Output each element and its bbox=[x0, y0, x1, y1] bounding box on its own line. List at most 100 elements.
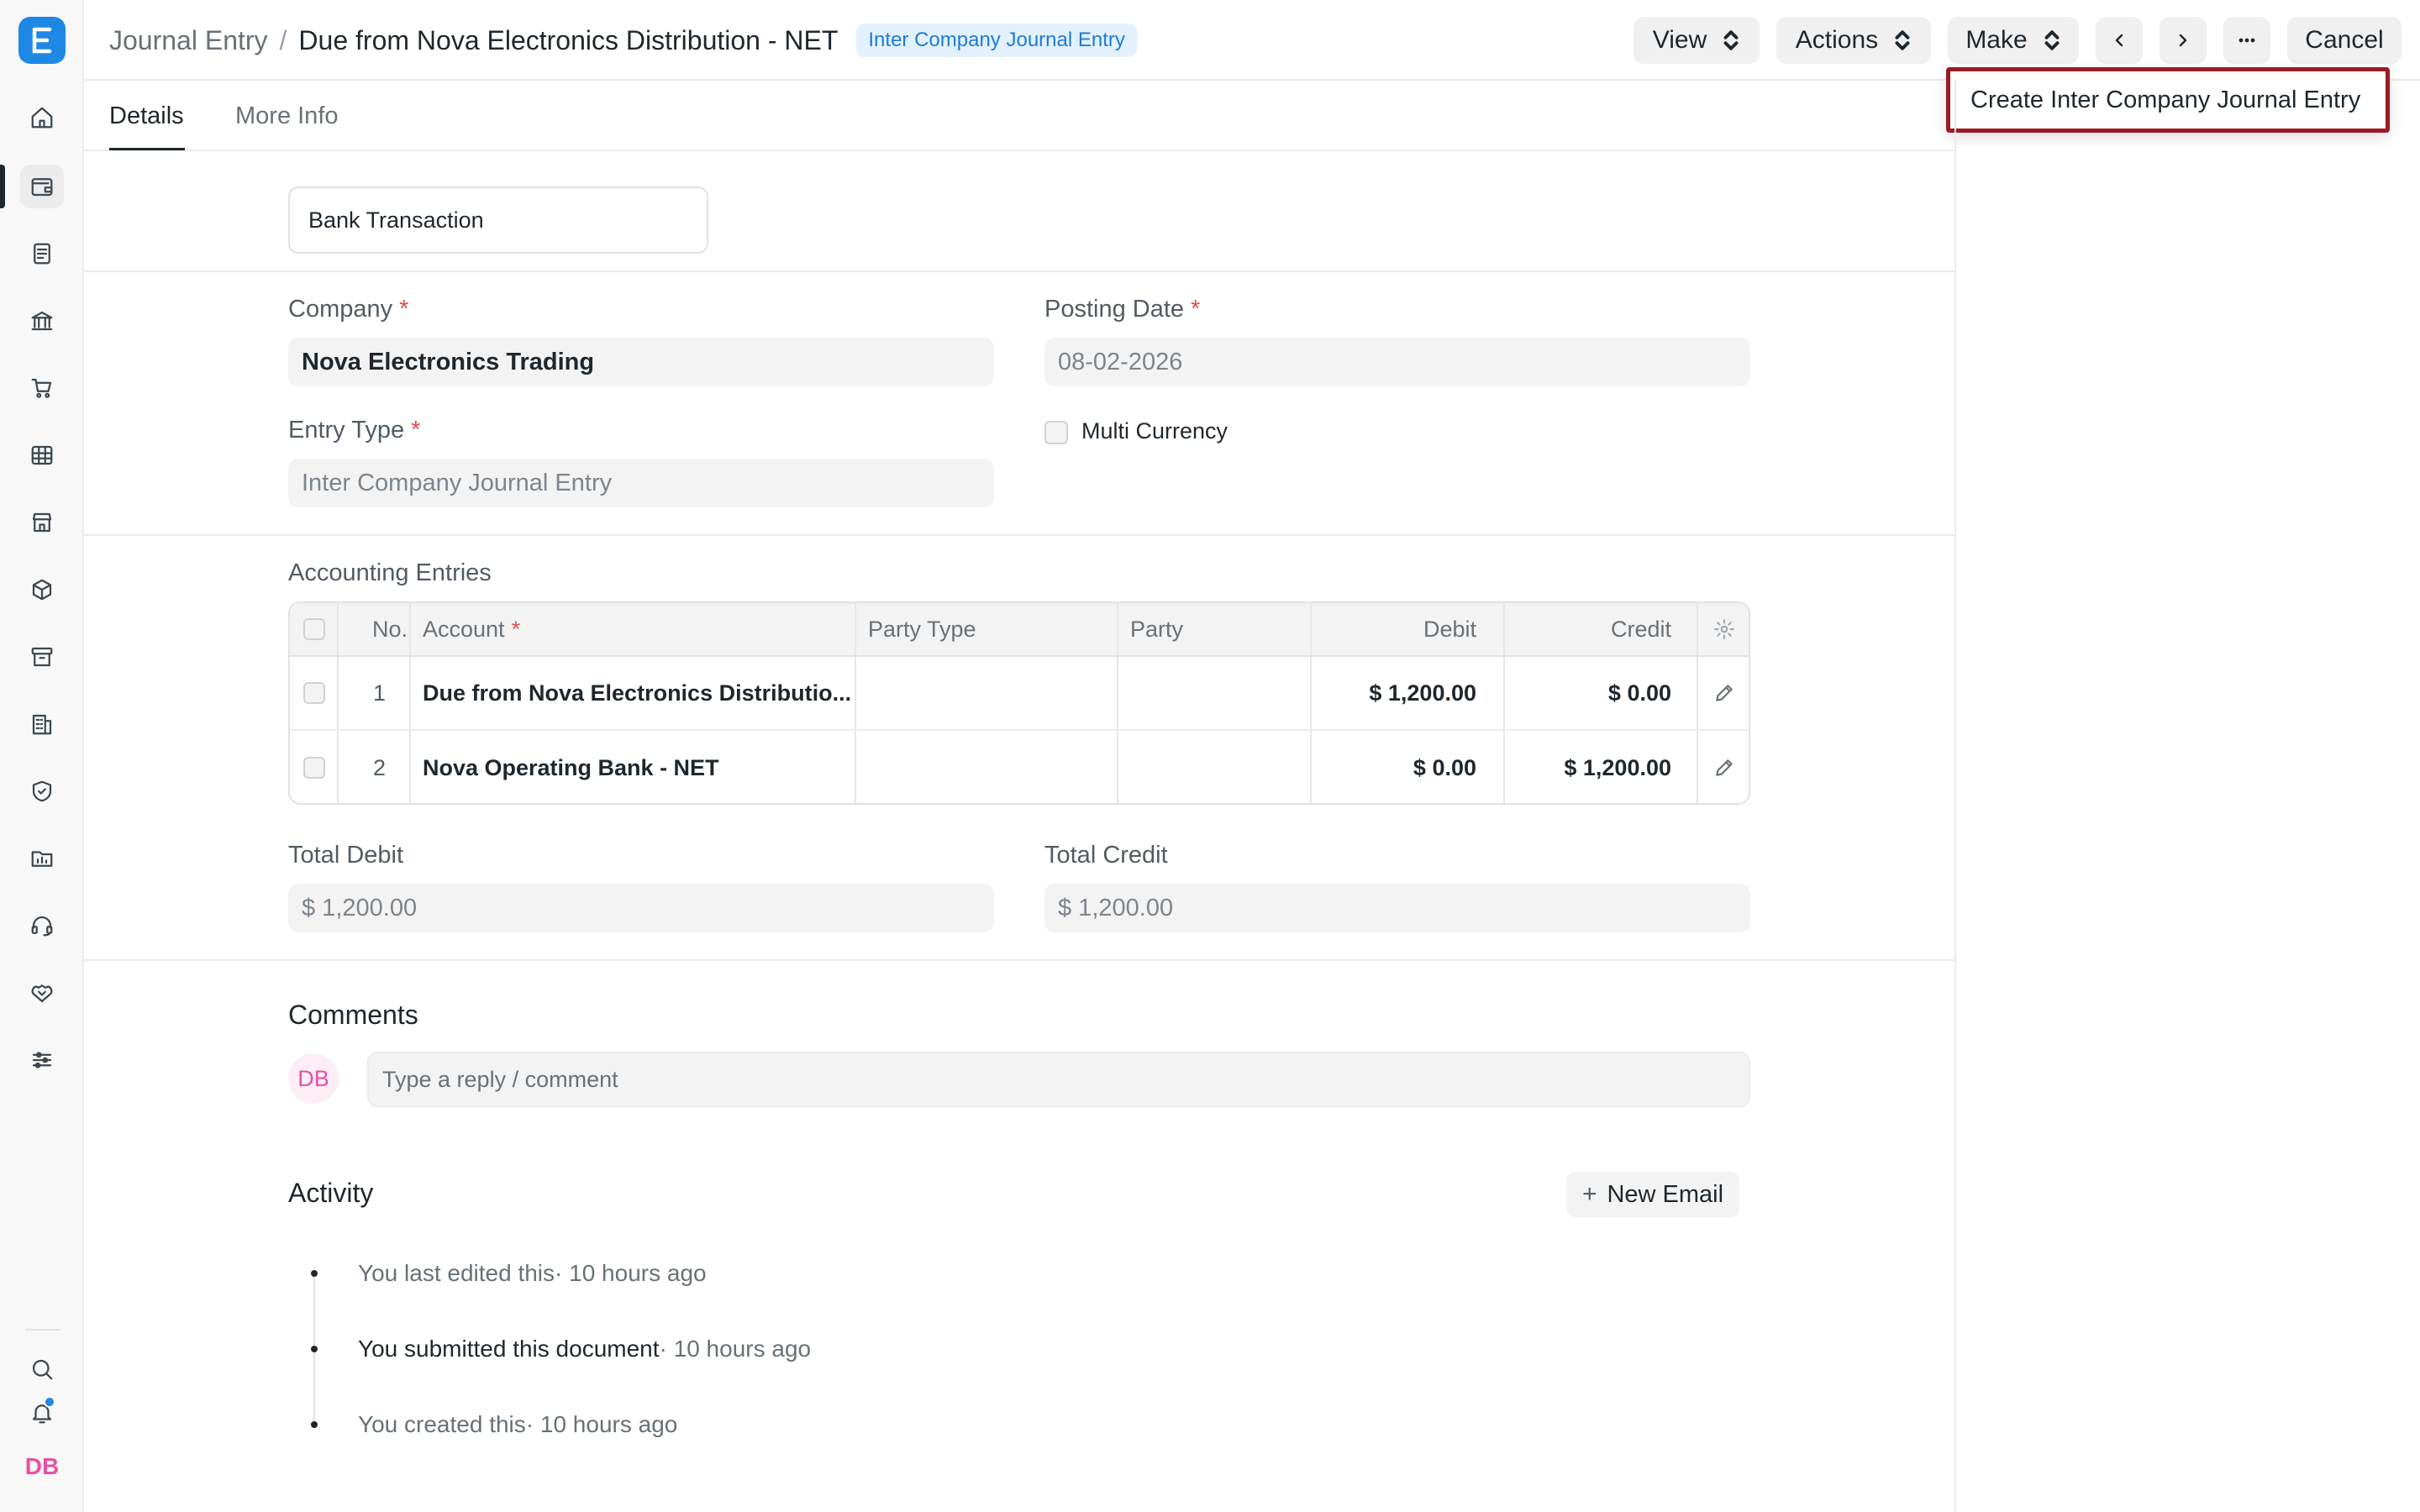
status-badge: Inter Company Journal Entry bbox=[856, 24, 1137, 57]
posting-date-label: Posting Date * bbox=[1044, 296, 1201, 323]
column-header-credit: Credit bbox=[1610, 616, 1671, 642]
sidebar-building-icon[interactable] bbox=[20, 702, 64, 746]
actions-button[interactable]: Actions bbox=[1776, 17, 1931, 64]
timeline-dot bbox=[311, 1270, 318, 1277]
activity-item: You created this · 10 hours ago bbox=[302, 1408, 677, 1441]
sidebar-store-icon[interactable] bbox=[20, 501, 64, 544]
chevron-updown-icon bbox=[1723, 30, 1739, 50]
row-debit[interactable]: $ 1,200.00 bbox=[1310, 657, 1490, 729]
column-header-party: Party bbox=[1130, 616, 1184, 642]
create-inter-company-journal-entry-item[interactable]: Create Inter Company Journal Entry bbox=[1950, 87, 2360, 114]
make-dropdown-menu: Create Inter Company Journal Entry bbox=[1946, 67, 2390, 133]
form-tabs: Details More Info bbox=[84, 81, 1954, 151]
right-panel-divider bbox=[1954, 81, 1956, 1512]
sidebar-user-avatar[interactable]: DB bbox=[20, 1448, 64, 1485]
row-debit[interactable]: $ 0.00 bbox=[1310, 731, 1490, 803]
comment-user-avatar: DB bbox=[288, 1053, 339, 1104]
tab-details[interactable]: Details bbox=[109, 102, 184, 130]
make-button[interactable]: Make bbox=[1948, 17, 2079, 64]
sidebar-document-icon[interactable] bbox=[20, 232, 64, 276]
sidebar-handshake-icon[interactable] bbox=[20, 971, 64, 1015]
activity-heading: Activity bbox=[288, 1178, 374, 1208]
cancel-button[interactable]: Cancel bbox=[2287, 17, 2402, 64]
column-header-debit: Debit bbox=[1423, 616, 1476, 642]
next-button[interactable] bbox=[2160, 17, 2207, 64]
row-party-type[interactable] bbox=[868, 657, 1103, 729]
sidebar-folder-chart-icon[interactable] bbox=[20, 837, 64, 880]
total-credit-label: Total Credit bbox=[1044, 842, 1168, 869]
section-divider bbox=[84, 270, 1954, 272]
tab-more-info[interactable]: More Info bbox=[235, 102, 339, 130]
row-party[interactable] bbox=[1130, 657, 1298, 729]
activity-item: You last edited this · 10 hours ago bbox=[302, 1257, 707, 1290]
chevron-left-icon bbox=[2115, 34, 2123, 47]
accounting-entries-label: Accounting Entries bbox=[288, 559, 492, 586]
row-party[interactable] bbox=[1130, 731, 1298, 803]
make-button-label: Make bbox=[1965, 26, 2028, 54]
more-options-button[interactable] bbox=[2223, 17, 2270, 64]
sidebar-notification-icon[interactable] bbox=[20, 1391, 64, 1435]
chevron-right-icon bbox=[2179, 34, 2187, 47]
active-tab-underline bbox=[109, 148, 185, 150]
edit-pencil-icon[interactable] bbox=[1713, 757, 1735, 779]
new-email-label: New Email bbox=[1607, 1180, 1724, 1208]
sidebar-shield-icon[interactable] bbox=[20, 769, 64, 813]
total-debit-label: Total Debit bbox=[288, 842, 404, 869]
sidebar-accounting-icon[interactable] bbox=[20, 165, 64, 208]
view-button-label: View bbox=[1652, 26, 1707, 54]
column-header-no: No. bbox=[371, 616, 408, 642]
company-label: Company * bbox=[288, 296, 409, 323]
plus-icon: + bbox=[1581, 1180, 1597, 1208]
new-email-button[interactable]: + New Email bbox=[1566, 1172, 1739, 1217]
previous-button[interactable] bbox=[2096, 17, 2143, 64]
activity-item: You submitted this document · 10 hours a… bbox=[302, 1332, 811, 1366]
accounting-entries-table: No. Account * Party Type Party Debit Cred… bbox=[288, 601, 1750, 805]
more-horizontal-icon bbox=[2238, 38, 2255, 43]
sidebar-search-icon[interactable] bbox=[20, 1347, 64, 1391]
column-header-party-type: Party Type bbox=[868, 616, 976, 642]
view-button[interactable]: View bbox=[1634, 17, 1760, 64]
sidebar-box-icon[interactable] bbox=[20, 568, 64, 612]
sidebar-active-indicator bbox=[0, 165, 5, 208]
company-field[interactable]: Nova Electronics Trading bbox=[288, 338, 994, 386]
row-credit[interactable]: $ 0.00 bbox=[1503, 657, 1685, 729]
bank-transaction-button[interactable]: Bank Transaction bbox=[288, 186, 708, 254]
sidebar-home-icon[interactable] bbox=[20, 96, 64, 139]
row-number: 2 bbox=[372, 754, 386, 780]
timeline-dot bbox=[311, 1421, 318, 1428]
sidebar-cart-icon[interactable] bbox=[20, 366, 64, 410]
multi-currency-label: Multi Currency bbox=[1081, 418, 1228, 444]
row-checkbox[interactable] bbox=[303, 757, 325, 779]
multi-currency-checkbox[interactable] bbox=[1044, 421, 1068, 444]
breadcrumb-parent-link[interactable]: Journal Entry bbox=[109, 25, 268, 56]
row-credit[interactable]: $ 1,200.00 bbox=[1503, 731, 1685, 803]
sidebar-bank-icon[interactable] bbox=[20, 299, 64, 343]
table-settings-gear-icon[interactable] bbox=[1713, 618, 1735, 640]
comment-input[interactable]: Type a reply / comment bbox=[367, 1052, 1750, 1107]
total-credit-field: $ 1,200.00 bbox=[1044, 884, 1750, 932]
table-row[interactable]: 2 Nova Operating Bank - NET $ 0.00 $ 1,2… bbox=[290, 731, 1749, 803]
app-logo[interactable] bbox=[18, 17, 66, 64]
table-row[interactable]: 1 Due from Nova Electronics Distributio.… bbox=[290, 657, 1749, 731]
erpnext-logo-icon bbox=[32, 27, 52, 54]
column-header-account: Account * bbox=[423, 616, 521, 642]
edit-pencil-icon[interactable] bbox=[1713, 682, 1735, 704]
entry-type-label: Entry Type * bbox=[288, 417, 421, 444]
row-account[interactable]: Nova Operating Bank - NET bbox=[423, 731, 851, 803]
sidebar-headset-icon[interactable] bbox=[20, 904, 64, 948]
actions-button-label: Actions bbox=[1795, 26, 1879, 54]
sidebar-archive-icon[interactable] bbox=[20, 635, 64, 679]
row-checkbox[interactable] bbox=[303, 682, 325, 704]
comments-heading: Comments bbox=[288, 1000, 418, 1030]
sidebar-table-icon[interactable] bbox=[20, 433, 64, 477]
total-debit-field: $ 1,200.00 bbox=[288, 884, 994, 932]
breadcrumb: Journal Entry / Due from Nova Electronic… bbox=[109, 22, 1137, 59]
entry-type-field[interactable]: Inter Company Journal Entry bbox=[288, 459, 994, 507]
breadcrumb-separator: / bbox=[279, 24, 287, 55]
row-party-type[interactable] bbox=[868, 731, 1103, 803]
sidebar-divider bbox=[25, 1329, 60, 1331]
posting-date-field[interactable]: 08-02-2026 bbox=[1044, 338, 1750, 386]
row-account[interactable]: Due from Nova Electronics Distributio... bbox=[423, 657, 851, 729]
sidebar-settings-sliders-icon[interactable] bbox=[20, 1038, 64, 1082]
select-all-checkbox[interactable] bbox=[303, 618, 325, 640]
